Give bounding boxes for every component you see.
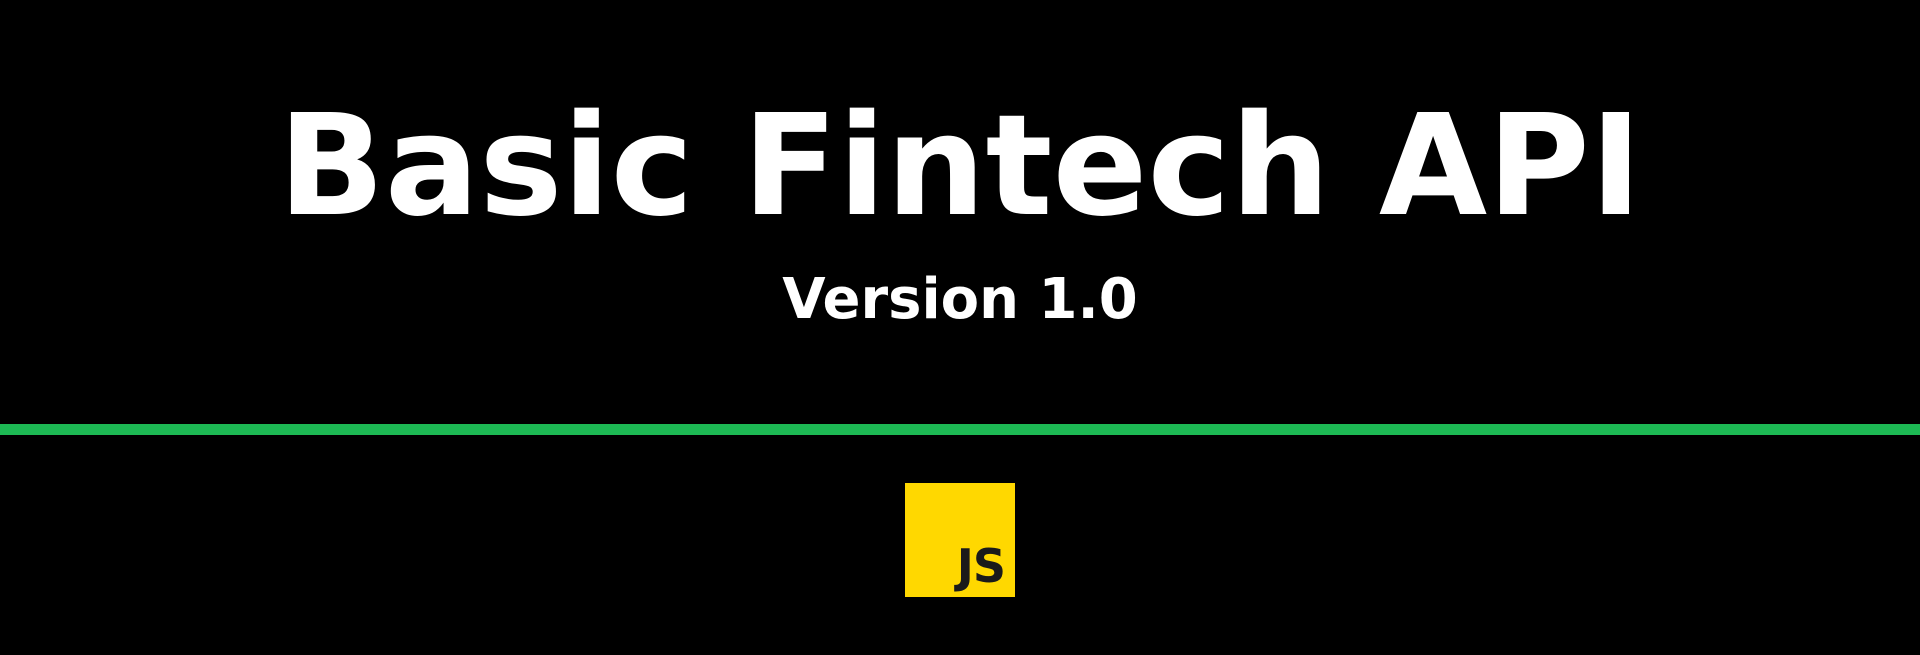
page-title: Basic Fintech API (278, 85, 1642, 248)
javascript-logo-icon: JS (905, 483, 1015, 597)
banner: Basic Fintech API Version 1.0 JS (0, 0, 1920, 655)
javascript-logo-text: JS (956, 539, 1006, 593)
version-label: Version 1.0 (782, 267, 1138, 332)
divider (0, 424, 1920, 435)
